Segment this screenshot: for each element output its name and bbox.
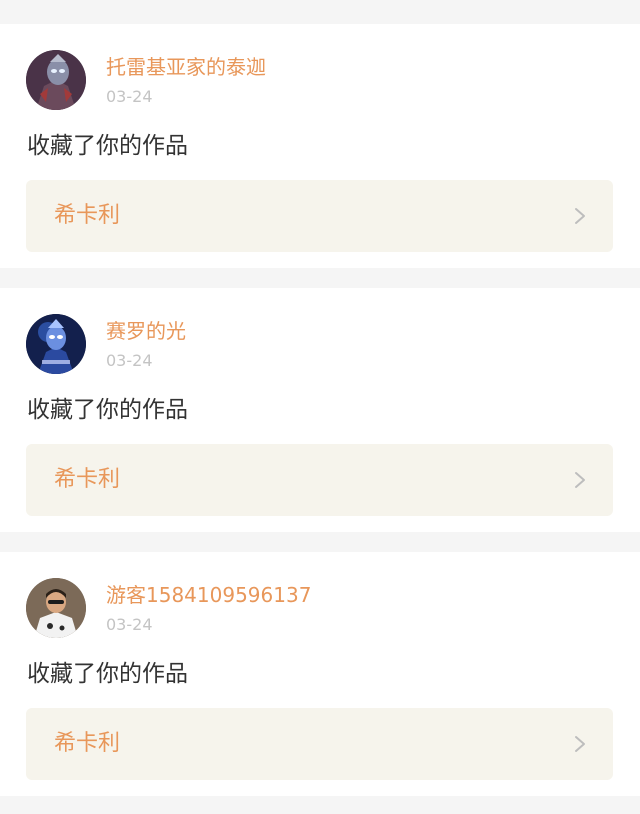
chevron-right-icon — [575, 736, 585, 752]
username-link[interactable]: 托雷基亚家的泰迦 — [106, 55, 266, 79]
username-link[interactable]: 游客1584109596137 — [106, 583, 311, 607]
avatar-ultraman-dark-icon — [26, 50, 86, 110]
work-link-card[interactable]: 希卡利 — [26, 180, 613, 252]
work-link-card[interactable]: 希卡利 — [26, 444, 613, 516]
work-title: 希卡利 — [54, 731, 121, 756]
notification-action-text: 收藏了你的作品 — [27, 661, 188, 687]
chevron-right-icon — [575, 208, 585, 224]
user-avatar[interactable] — [26, 50, 86, 110]
work-title: 希卡利 — [54, 467, 121, 492]
notification-date: 03-24 — [106, 351, 153, 370]
user-avatar[interactable] — [26, 578, 86, 638]
notification-action-text: 收藏了你的作品 — [27, 397, 188, 423]
chevron-right-icon — [575, 472, 585, 488]
notification-date: 03-24 — [106, 87, 153, 106]
notification-card: 赛罗的光 03-24 收藏了你的作品 希卡利 — [0, 288, 640, 532]
work-title: 希卡利 — [54, 203, 121, 228]
notification-card: 托雷基亚家的泰迦 03-24 收藏了你的作品 希卡利 — [0, 24, 640, 268]
notification-card: 游客1584109596137 03-24 收藏了你的作品 希卡利 — [0, 552, 640, 796]
work-link-card[interactable]: 希卡利 — [26, 708, 613, 780]
avatar-person-photo-icon — [26, 578, 86, 638]
notification-action-text: 收藏了你的作品 — [27, 133, 188, 159]
avatar-ultraman-blue-icon — [26, 314, 86, 374]
notification-date: 03-24 — [106, 615, 153, 634]
username-link[interactable]: 赛罗的光 — [106, 319, 186, 343]
notification-feed: 托雷基亚家的泰迦 03-24 收藏了你的作品 希卡利 赛罗的光 03-24 收藏… — [0, 0, 640, 814]
user-avatar[interactable] — [26, 314, 86, 374]
